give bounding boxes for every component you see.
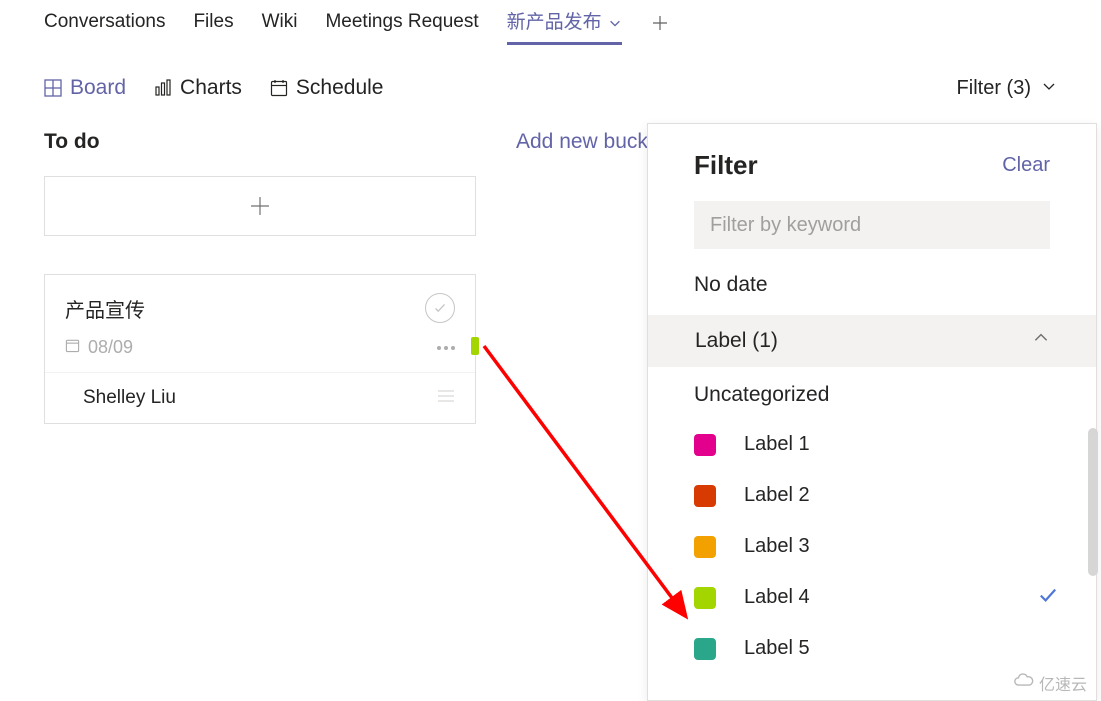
column-title[interactable]: To do [44, 130, 476, 154]
view-board[interactable]: Board [44, 76, 126, 100]
charts-icon [154, 79, 172, 97]
tab-wiki[interactable]: Wiki [262, 11, 298, 41]
assignee-name: Shelley Liu [83, 387, 176, 409]
task-date-text: 08/09 [88, 337, 133, 358]
view-schedule[interactable]: Schedule [270, 76, 384, 100]
task-label-chip [471, 337, 479, 355]
filter-section-label[interactable]: Label (1) [648, 315, 1096, 367]
complete-task-button[interactable] [425, 293, 455, 323]
filter-trigger[interactable]: Filter (3) [957, 77, 1057, 100]
task-assignee-row: Shelley Liu [45, 372, 475, 423]
board-icon [44, 79, 62, 97]
cloud-icon [1013, 673, 1035, 693]
label-name: Label 5 [744, 637, 810, 660]
label-swatch [694, 638, 716, 660]
clear-filters-button[interactable]: Clear [1002, 154, 1050, 177]
column-addnew: Add new bucket [516, 130, 665, 424]
scrollbar-thumb[interactable] [1088, 428, 1098, 576]
task-more-button[interactable] [437, 346, 455, 350]
filter-panel: Filter Clear No date Label (1) Uncategor… [647, 123, 1097, 701]
column-todo: To do 产品宣传 08/09 [44, 130, 476, 424]
filter-keyword-input[interactable] [694, 201, 1050, 249]
calendar-icon [65, 337, 80, 358]
task-card-body: 产品宣传 08/09 [45, 275, 475, 372]
label-option[interactable]: Label 4 [694, 572, 1050, 623]
tab-active-label: 新产品发布 [507, 7, 602, 34]
add-task-button[interactable] [44, 176, 476, 236]
view-board-label: Board [70, 76, 126, 100]
view-charts[interactable]: Charts [154, 76, 242, 100]
label-list: Label 1 Label 2 Label 3 Label 4 Label 5 [648, 413, 1096, 674]
filter-panel-title: Filter [694, 150, 758, 181]
filter-trigger-label: Filter (3) [957, 77, 1031, 100]
label-swatch [694, 536, 716, 558]
label-name: Label 3 [744, 535, 810, 558]
label-option[interactable]: Label 2 [694, 470, 1050, 521]
filter-section-label-text: Label (1) [695, 329, 778, 353]
watermark-text: 亿速云 [1039, 671, 1087, 695]
schedule-icon [270, 79, 288, 97]
channel-tabs: Conversations Files Wiki Meetings Reques… [0, 0, 1101, 42]
label-swatch [694, 587, 716, 609]
tab-files[interactable]: Files [193, 11, 233, 41]
label-option[interactable]: Label 5 [694, 623, 1050, 674]
view-tabs: Board Charts Schedule [44, 76, 383, 100]
view-schedule-label: Schedule [296, 76, 384, 100]
tab-active-planner[interactable]: 新产品发布 [507, 7, 622, 45]
view-row: Board Charts Schedule Filter (3) [0, 42, 1101, 100]
label-swatch [694, 485, 716, 507]
add-tab-button[interactable] [650, 13, 670, 39]
task-title: 产品宣传 [65, 294, 145, 323]
tab-conversations[interactable]: Conversations [44, 11, 165, 41]
chevron-down-icon[interactable] [608, 14, 622, 28]
label-name: Label 4 [744, 586, 810, 609]
label-swatch [694, 434, 716, 456]
check-icon [1036, 583, 1060, 612]
filter-section-nodate[interactable]: No date [648, 249, 1096, 303]
tab-meetings-request[interactable]: Meetings Request [325, 11, 478, 41]
label-name: Label 1 [744, 433, 810, 456]
chevron-up-icon [1032, 329, 1050, 353]
task-date: 08/09 [65, 337, 133, 358]
label-option[interactable]: Label 3 [694, 521, 1050, 572]
label-name: Label 2 [744, 484, 810, 507]
label-option[interactable]: Label 1 [694, 419, 1050, 470]
drag-handle-icon[interactable] [437, 387, 455, 409]
add-bucket-button[interactable]: Add new bucket [516, 130, 665, 154]
view-charts-label: Charts [180, 76, 242, 100]
watermark: 亿速云 [1013, 671, 1087, 695]
filter-uncategorized[interactable]: Uncategorized [648, 367, 1096, 413]
task-card[interactable]: 产品宣传 08/09 Shelley Liu [44, 274, 476, 424]
chevron-down-icon [1041, 77, 1057, 100]
